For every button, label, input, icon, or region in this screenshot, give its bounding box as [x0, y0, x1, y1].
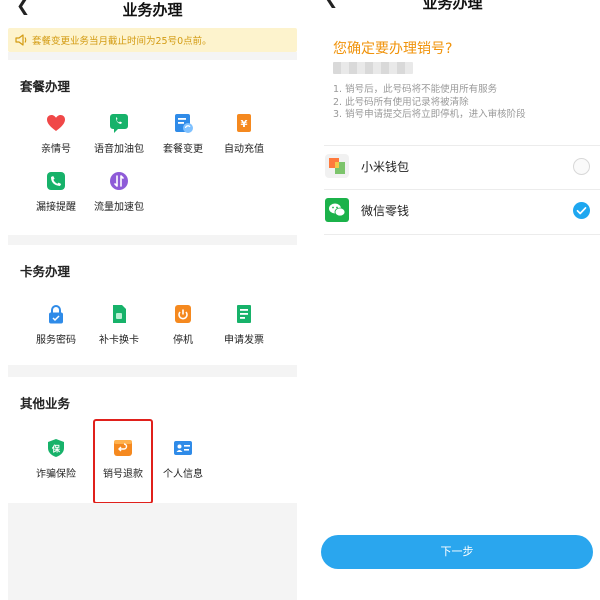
payment-option-wechat[interactable]: 微信零钱	[324, 192, 600, 230]
check-icon	[576, 207, 587, 215]
payment-option-mi-wallet[interactable]: 小米钱包	[324, 148, 600, 186]
item-label: 服务密码	[36, 335, 76, 346]
radio-unchecked[interactable]	[573, 158, 590, 175]
notice-banner: 套餐变更业务当月截止时间为25号0点前。	[8, 28, 297, 52]
page-title: 业务办理	[122, 1, 183, 19]
payment-label: 微信零钱	[361, 204, 410, 218]
section-title: 其他业务	[20, 396, 71, 411]
item-personal-info[interactable]: 个人信息	[148, 437, 218, 480]
confirm-question: 您确定要办理销号?	[333, 41, 453, 57]
plan-change-icon	[172, 112, 194, 134]
mi-wallet-icon	[325, 154, 349, 178]
left-screen: ❮ 业务办理 套餐变更业务当月截止时间为25号0点前。 套餐办理 亲情号 语音加…	[0, 0, 305, 600]
shield-icon: 保	[45, 437, 67, 459]
page-title: 业务办理	[422, 0, 483, 12]
item-label: 申请发票	[224, 335, 264, 346]
next-button[interactable]: 下一步	[321, 535, 593, 569]
data-speed-icon	[108, 170, 130, 192]
speaker-icon	[15, 34, 27, 46]
item-service-password[interactable]: 服务密码	[21, 303, 91, 346]
highlight-box	[93, 419, 153, 504]
note-item: 1. 销号后，此号码将不能使用所有服务	[333, 84, 498, 95]
note-item: 3. 销号申请提交后将立即停机，进入审核阶段	[333, 109, 526, 120]
heart-icon	[45, 112, 67, 134]
recharge-icon: ¥	[233, 112, 255, 134]
divider	[8, 235, 297, 245]
notice-text: 套餐变更业务当月截止时间为25号0点前。	[32, 36, 212, 47]
item-label: 个人信息	[163, 469, 203, 480]
item-family-number[interactable]: 亲情号	[21, 112, 91, 155]
item-label: 流量加速包	[94, 202, 144, 213]
svg-text:保: 保	[51, 444, 61, 454]
item-label: 停机	[173, 335, 193, 346]
item-label: 补卡换卡	[99, 335, 139, 346]
missed-call-icon	[45, 170, 67, 192]
svg-text:¥: ¥	[241, 119, 248, 130]
bottom-area	[8, 503, 297, 600]
left-header: ❮ 业务办理	[0, 0, 305, 20]
divider	[324, 145, 600, 146]
item-label: 自动充值	[224, 144, 264, 155]
sim-card-icon	[108, 303, 130, 325]
item-missed-call[interactable]: 漏接提醒	[21, 170, 91, 213]
note-item: 2. 此号码所有使用记录将被清除	[333, 96, 469, 108]
payment-label: 小米钱包	[361, 160, 410, 174]
item-invoice[interactable]: 申请发票	[209, 303, 279, 346]
section-title: 套餐办理	[20, 79, 71, 94]
right-screen: ❮ 业务办理 您确定要办理销号? 1. 销号后，此号码将不能使用所有服务 2. …	[305, 0, 600, 600]
wechat-icon	[325, 198, 349, 222]
divider	[324, 234, 600, 235]
divider	[8, 52, 297, 60]
item-plan-change[interactable]: 套餐变更	[148, 112, 218, 155]
item-label: 套餐变更	[163, 144, 203, 155]
item-voice-pack[interactable]: 语音加油包	[84, 112, 154, 155]
phone-chat-icon	[108, 112, 130, 134]
invoice-icon	[233, 303, 255, 325]
radio-checked[interactable]	[573, 202, 590, 219]
section-title: 卡务办理	[20, 264, 71, 279]
item-data-boost[interactable]: 流量加速包	[84, 170, 154, 213]
masked-phone-number	[333, 62, 413, 74]
notes-list: 1. 销号后，此号码将不能使用所有服务 2. 此号码所有使用记录将被清除 3. …	[333, 84, 526, 122]
item-suspend[interactable]: 停机	[148, 303, 218, 346]
item-auto-recharge[interactable]: ¥ 自动充值	[209, 112, 279, 155]
item-label: 漏接提醒	[36, 202, 76, 213]
item-fraud-insurance[interactable]: 保 诈骗保险	[21, 437, 91, 480]
item-label: 语音加油包	[94, 144, 144, 155]
item-sim-replace[interactable]: 补卡换卡	[84, 303, 154, 346]
divider	[324, 189, 600, 190]
lock-icon	[45, 303, 67, 325]
item-label: 亲情号	[41, 144, 71, 155]
id-card-icon	[172, 437, 194, 459]
item-label: 诈骗保险	[36, 469, 76, 480]
divider	[8, 365, 297, 377]
power-icon	[172, 303, 194, 325]
